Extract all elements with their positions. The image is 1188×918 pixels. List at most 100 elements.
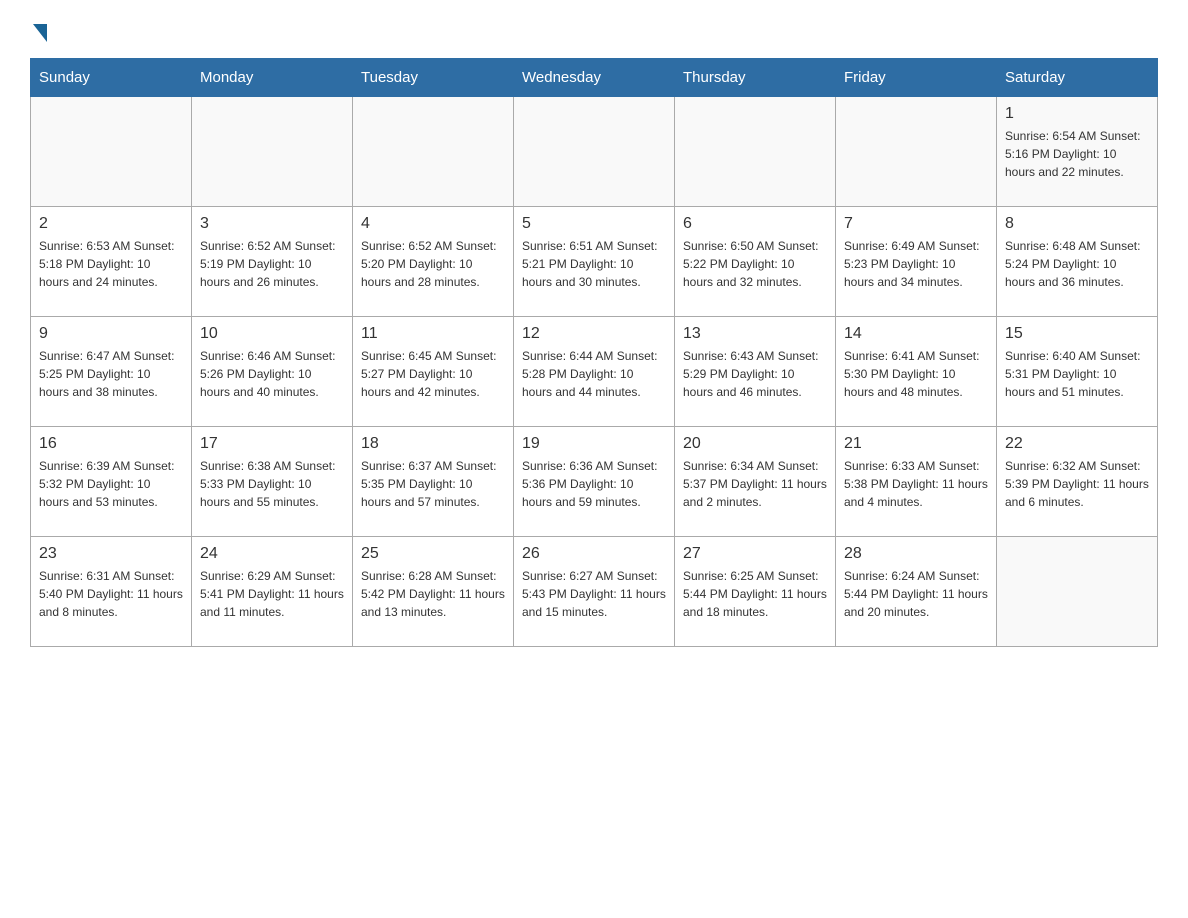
calendar-cell: 20 Sunrise: 6:34 AM Sunset: 5:37 PM Dayli…	[675, 427, 836, 537]
calendar-cell	[675, 97, 836, 207]
day-info: Sunrise: 6:53 AM Sunset: 5:18 PM Dayligh…	[39, 237, 183, 291]
day-number: 16	[39, 435, 183, 453]
calendar-cell: 21 Sunrise: 6:33 AM Sunset: 5:38 PM Dayli…	[836, 427, 997, 537]
calendar-cell: 19 Sunrise: 6:36 AM Sunset: 5:36 PM Dayli…	[514, 427, 675, 537]
day-info: Sunrise: 6:34 AM Sunset: 5:37 PM Dayligh…	[683, 457, 827, 511]
calendar-cell	[31, 97, 192, 207]
day-info: Sunrise: 6:49 AM Sunset: 5:23 PM Dayligh…	[844, 237, 988, 291]
calendar-table: SundayMondayTuesdayWednesdayThursdayFrid…	[30, 58, 1158, 647]
day-number: 6	[683, 215, 827, 233]
day-info: Sunrise: 6:29 AM Sunset: 5:41 PM Dayligh…	[200, 567, 344, 621]
day-number: 15	[1005, 325, 1149, 343]
day-number: 18	[361, 435, 505, 453]
day-headers-row: SundayMondayTuesdayWednesdayThursdayFrid…	[31, 59, 1158, 97]
day-number: 5	[522, 215, 666, 233]
day-info: Sunrise: 6:43 AM Sunset: 5:29 PM Dayligh…	[683, 347, 827, 401]
calendar-cell: 17Sunrise: 6:38 AM Sunset: 5:33 PM Dayli…	[192, 427, 353, 537]
day-number: 24	[200, 545, 344, 563]
day-number: 7	[844, 215, 988, 233]
calendar-cell: 8 Sunrise: 6:48 AM Sunset: 5:24 PM Daylig…	[997, 207, 1158, 317]
day-number: 23	[39, 545, 183, 563]
day-number: 12	[522, 325, 666, 343]
day-info: Sunrise: 6:36 AM Sunset: 5:36 PM Dayligh…	[522, 457, 666, 511]
day-number: 3	[200, 215, 344, 233]
day-info: Sunrise: 6:32 AM Sunset: 5:39 PM Dayligh…	[1005, 457, 1149, 511]
day-number: 10	[200, 325, 344, 343]
calendar-cell	[353, 97, 514, 207]
calendar-cell: 26 Sunrise: 6:27 AM Sunset: 5:43 PM Dayli…	[514, 537, 675, 647]
day-info: Sunrise: 6:54 AM Sunset: 5:16 PM Dayligh…	[1005, 127, 1149, 181]
calendar-cell: 1 Sunrise: 6:54 AM Sunset: 5:16 PM Daylig…	[997, 97, 1158, 207]
day-info: Sunrise: 6:46 AM Sunset: 5:26 PM Dayligh…	[200, 347, 344, 401]
day-number: 28	[844, 545, 988, 563]
logo	[30, 20, 47, 38]
calendar-cell: 16Sunrise: 6:39 AM Sunset: 5:32 PM Dayli…	[31, 427, 192, 537]
day-number: 13	[683, 325, 827, 343]
calendar-cell	[836, 97, 997, 207]
day-number: 27	[683, 545, 827, 563]
day-info: Sunrise: 6:51 AM Sunset: 5:21 PM Dayligh…	[522, 237, 666, 291]
calendar-cell	[514, 97, 675, 207]
day-number: 26	[522, 545, 666, 563]
day-number: 19	[522, 435, 666, 453]
day-info: Sunrise: 6:44 AM Sunset: 5:28 PM Dayligh…	[522, 347, 666, 401]
calendar-cell: 12 Sunrise: 6:44 AM Sunset: 5:28 PM Dayli…	[514, 317, 675, 427]
calendar-cell	[192, 97, 353, 207]
calendar-cell: 14 Sunrise: 6:41 AM Sunset: 5:30 PM Dayli…	[836, 317, 997, 427]
day-number: 25	[361, 545, 505, 563]
calendar-cell: 27 Sunrise: 6:25 AM Sunset: 5:44 PM Dayli…	[675, 537, 836, 647]
calendar-cell	[997, 537, 1158, 647]
week-row-1: 1 Sunrise: 6:54 AM Sunset: 5:16 PM Daylig…	[31, 97, 1158, 207]
week-row-4: 16Sunrise: 6:39 AM Sunset: 5:32 PM Dayli…	[31, 427, 1158, 537]
day-info: Sunrise: 6:40 AM Sunset: 5:31 PM Dayligh…	[1005, 347, 1149, 401]
day-info: Sunrise: 6:52 AM Sunset: 5:19 PM Dayligh…	[200, 237, 344, 291]
day-info: Sunrise: 6:50 AM Sunset: 5:22 PM Dayligh…	[683, 237, 827, 291]
calendar-cell: 18 Sunrise: 6:37 AM Sunset: 5:35 PM Dayli…	[353, 427, 514, 537]
day-number: 2	[39, 215, 183, 233]
page-header	[30, 20, 1158, 38]
calendar-cell: 28 Sunrise: 6:24 AM Sunset: 5:44 PM Dayli…	[836, 537, 997, 647]
day-info: Sunrise: 6:37 AM Sunset: 5:35 PM Dayligh…	[361, 457, 505, 511]
day-info: Sunrise: 6:41 AM Sunset: 5:30 PM Dayligh…	[844, 347, 988, 401]
day-info: Sunrise: 6:24 AM Sunset: 5:44 PM Dayligh…	[844, 567, 988, 621]
day-number: 8	[1005, 215, 1149, 233]
day-number: 9	[39, 325, 183, 343]
day-info: Sunrise: 6:27 AM Sunset: 5:43 PM Dayligh…	[522, 567, 666, 621]
calendar-cell: 5 Sunrise: 6:51 AM Sunset: 5:21 PM Daylig…	[514, 207, 675, 317]
day-number: 20	[683, 435, 827, 453]
calendar-cell: 13 Sunrise: 6:43 AM Sunset: 5:29 PM Dayli…	[675, 317, 836, 427]
calendar-cell: 2 Sunrise: 6:53 AM Sunset: 5:18 PM Daylig…	[31, 207, 192, 317]
calendar-cell: 6 Sunrise: 6:50 AM Sunset: 5:22 PM Daylig…	[675, 207, 836, 317]
day-info: Sunrise: 6:52 AM Sunset: 5:20 PM Dayligh…	[361, 237, 505, 291]
day-number: 11	[361, 325, 505, 343]
calendar-cell: 9Sunrise: 6:47 AM Sunset: 5:25 PM Daylig…	[31, 317, 192, 427]
calendar-cell: 11 Sunrise: 6:45 AM Sunset: 5:27 PM Dayli…	[353, 317, 514, 427]
day-number: 4	[361, 215, 505, 233]
calendar-cell: 24 Sunrise: 6:29 AM Sunset: 5:41 PM Dayli…	[192, 537, 353, 647]
header-saturday: Saturday	[997, 59, 1158, 97]
day-number: 1	[1005, 105, 1149, 123]
day-info: Sunrise: 6:31 AM Sunset: 5:40 PM Dayligh…	[39, 567, 183, 621]
header-friday: Friday	[836, 59, 997, 97]
week-row-2: 2 Sunrise: 6:53 AM Sunset: 5:18 PM Daylig…	[31, 207, 1158, 317]
day-info: Sunrise: 6:33 AM Sunset: 5:38 PM Dayligh…	[844, 457, 988, 511]
week-row-3: 9Sunrise: 6:47 AM Sunset: 5:25 PM Daylig…	[31, 317, 1158, 427]
day-info: Sunrise: 6:48 AM Sunset: 5:24 PM Dayligh…	[1005, 237, 1149, 291]
week-row-5: 23 Sunrise: 6:31 AM Sunset: 5:40 PM Dayli…	[31, 537, 1158, 647]
header-tuesday: Tuesday	[353, 59, 514, 97]
calendar-cell: 25Sunrise: 6:28 AM Sunset: 5:42 PM Dayli…	[353, 537, 514, 647]
calendar-cell: 15 Sunrise: 6:40 AM Sunset: 5:31 PM Dayli…	[997, 317, 1158, 427]
calendar-cell: 4 Sunrise: 6:52 AM Sunset: 5:20 PM Daylig…	[353, 207, 514, 317]
day-number: 14	[844, 325, 988, 343]
header-sunday: Sunday	[31, 59, 192, 97]
day-info: Sunrise: 6:25 AM Sunset: 5:44 PM Dayligh…	[683, 567, 827, 621]
calendar-header: SundayMondayTuesdayWednesdayThursdayFrid…	[31, 59, 1158, 97]
calendar-cell: 23 Sunrise: 6:31 AM Sunset: 5:40 PM Dayli…	[31, 537, 192, 647]
logo-arrow-icon	[33, 24, 47, 42]
day-number: 22	[1005, 435, 1149, 453]
day-number: 21	[844, 435, 988, 453]
day-info: Sunrise: 6:45 AM Sunset: 5:27 PM Dayligh…	[361, 347, 505, 401]
calendar-cell: 3 Sunrise: 6:52 AM Sunset: 5:19 PM Daylig…	[192, 207, 353, 317]
header-monday: Monday	[192, 59, 353, 97]
day-number: 17	[200, 435, 344, 453]
